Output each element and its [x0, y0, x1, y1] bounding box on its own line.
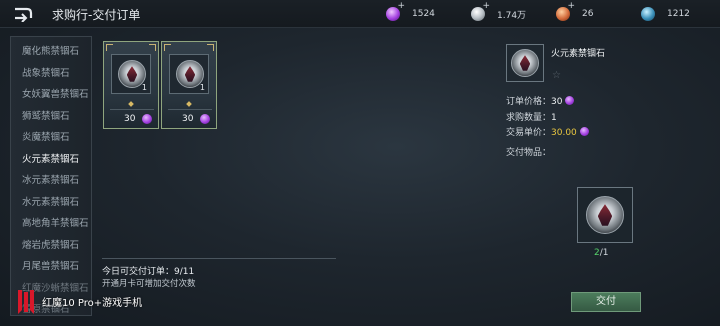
order-price-row: 订单价格：30	[506, 94, 575, 107]
order-price-value: 30	[551, 97, 563, 107]
back-button[interactable]	[10, 4, 36, 24]
category-item[interactable]: 熔岩虎禁锢石	[11, 235, 91, 257]
purple-gem-icon	[142, 114, 152, 124]
resource-copper-token[interactable]: + 26	[556, 2, 594, 23]
orders-remaining: 今日可交付订单：9/11	[102, 264, 194, 277]
silver-coin-icon: +	[471, 2, 490, 21]
blue-orb-icon	[641, 7, 655, 21]
category-item[interactable]: 高地角羊禁锢石	[11, 213, 91, 235]
favorite-star-icon[interactable]: ☆	[552, 70, 561, 81]
add-icon: +	[397, 1, 405, 11]
card-corner	[106, 44, 113, 51]
purple-gem-icon	[565, 96, 575, 105]
category-item[interactable]: 冰元素禁锢石	[11, 170, 91, 192]
resource-value: 26	[582, 9, 594, 19]
resource-blue-orb: 1212	[641, 5, 690, 23]
unit-price-row: 交易单价：30.00	[506, 125, 589, 138]
item-frame: 1	[169, 54, 209, 94]
add-icon: +	[567, 1, 575, 11]
quantity-value: 1	[551, 113, 557, 123]
orders-label: 今日可交付订单：	[102, 267, 175, 277]
divider	[168, 109, 212, 110]
category-item-active[interactable]: 火元素禁锢石	[11, 149, 91, 171]
item-frame: 1	[111, 54, 151, 94]
deliver-count: 2/1	[594, 248, 609, 258]
offer-card[interactable]: 1 30	[161, 41, 217, 129]
quantity-row: 求购数量：1	[506, 110, 557, 123]
diamond-icon	[128, 101, 134, 107]
purple-gem-icon	[579, 127, 589, 136]
category-list[interactable]: 魔化熊禁锢石 战象禁锢石 女妖翼兽禁锢石 狮鹫禁锢石 炎魔禁锢石 火元素禁锢石 …	[10, 36, 92, 316]
divider	[110, 109, 154, 110]
top-bar: 求购行-交付订单 + 1524 + 1.74万 + 26 1212	[0, 0, 720, 28]
orders-value: 9/11	[174, 267, 195, 277]
resource-value: 1524	[412, 9, 435, 19]
offer-price: 30	[124, 114, 136, 124]
back-arrow-icon	[15, 7, 33, 22]
category-item[interactable]: 魔化熊禁锢石	[11, 41, 91, 63]
deliver-item-slot[interactable]	[577, 187, 633, 243]
unit-price-label: 交易单价：	[506, 128, 552, 138]
watermark-text: 红魔10 Pro+游戏手机	[42, 297, 143, 309]
red-magic-logo-icon	[16, 288, 36, 314]
deliver-button[interactable]: 交付	[571, 292, 641, 312]
divider	[102, 258, 336, 259]
card-corner	[149, 44, 156, 51]
order-price-label: 订单价格：	[506, 97, 552, 107]
category-item[interactable]: 炎魔禁锢石	[11, 127, 91, 149]
quantity-label: 求购数量：	[506, 113, 552, 123]
device-watermark: 红魔10 Pro+游戏手机	[16, 288, 142, 314]
category-item[interactable]: 狮鹫禁锢石	[11, 106, 91, 128]
offer-card[interactable]: 1 30	[103, 41, 159, 129]
purple-gem-icon: +	[386, 2, 405, 21]
card-corner	[164, 44, 171, 51]
unit-price-value: 30.00	[551, 128, 577, 138]
page-title: 求购行-交付订单	[52, 8, 141, 22]
card-corner	[207, 44, 214, 51]
add-icon: +	[482, 1, 490, 11]
fire-elemental-stone-icon	[586, 196, 624, 234]
category-item[interactable]: 女妖翼兽禁锢石	[11, 84, 91, 106]
resource-purple-gem[interactable]: + 1524	[386, 2, 435, 23]
detail-item-name: 火元素禁锢石	[551, 49, 606, 59]
offer-price: 30	[182, 114, 194, 124]
detail-item-frame	[506, 44, 544, 82]
resource-value: 1212	[667, 9, 690, 19]
item-quantity: 1	[141, 83, 147, 92]
fire-elemental-stone-icon	[511, 49, 539, 77]
purple-gem-icon	[200, 114, 210, 124]
deliver-need: /1	[599, 248, 609, 258]
item-quantity: 1	[199, 83, 205, 92]
deliver-items-label: 交付物品：	[506, 148, 552, 158]
category-item[interactable]: 水元素禁锢石	[11, 192, 91, 214]
category-item[interactable]: 月尾兽禁锢石	[11, 256, 91, 278]
category-item[interactable]: 战象禁锢石	[11, 63, 91, 85]
diamond-icon	[186, 101, 192, 107]
resource-value: 1.74万	[497, 10, 527, 21]
copper-token-icon: +	[556, 2, 575, 21]
resource-silver-coin[interactable]: + 1.74万	[471, 2, 527, 23]
